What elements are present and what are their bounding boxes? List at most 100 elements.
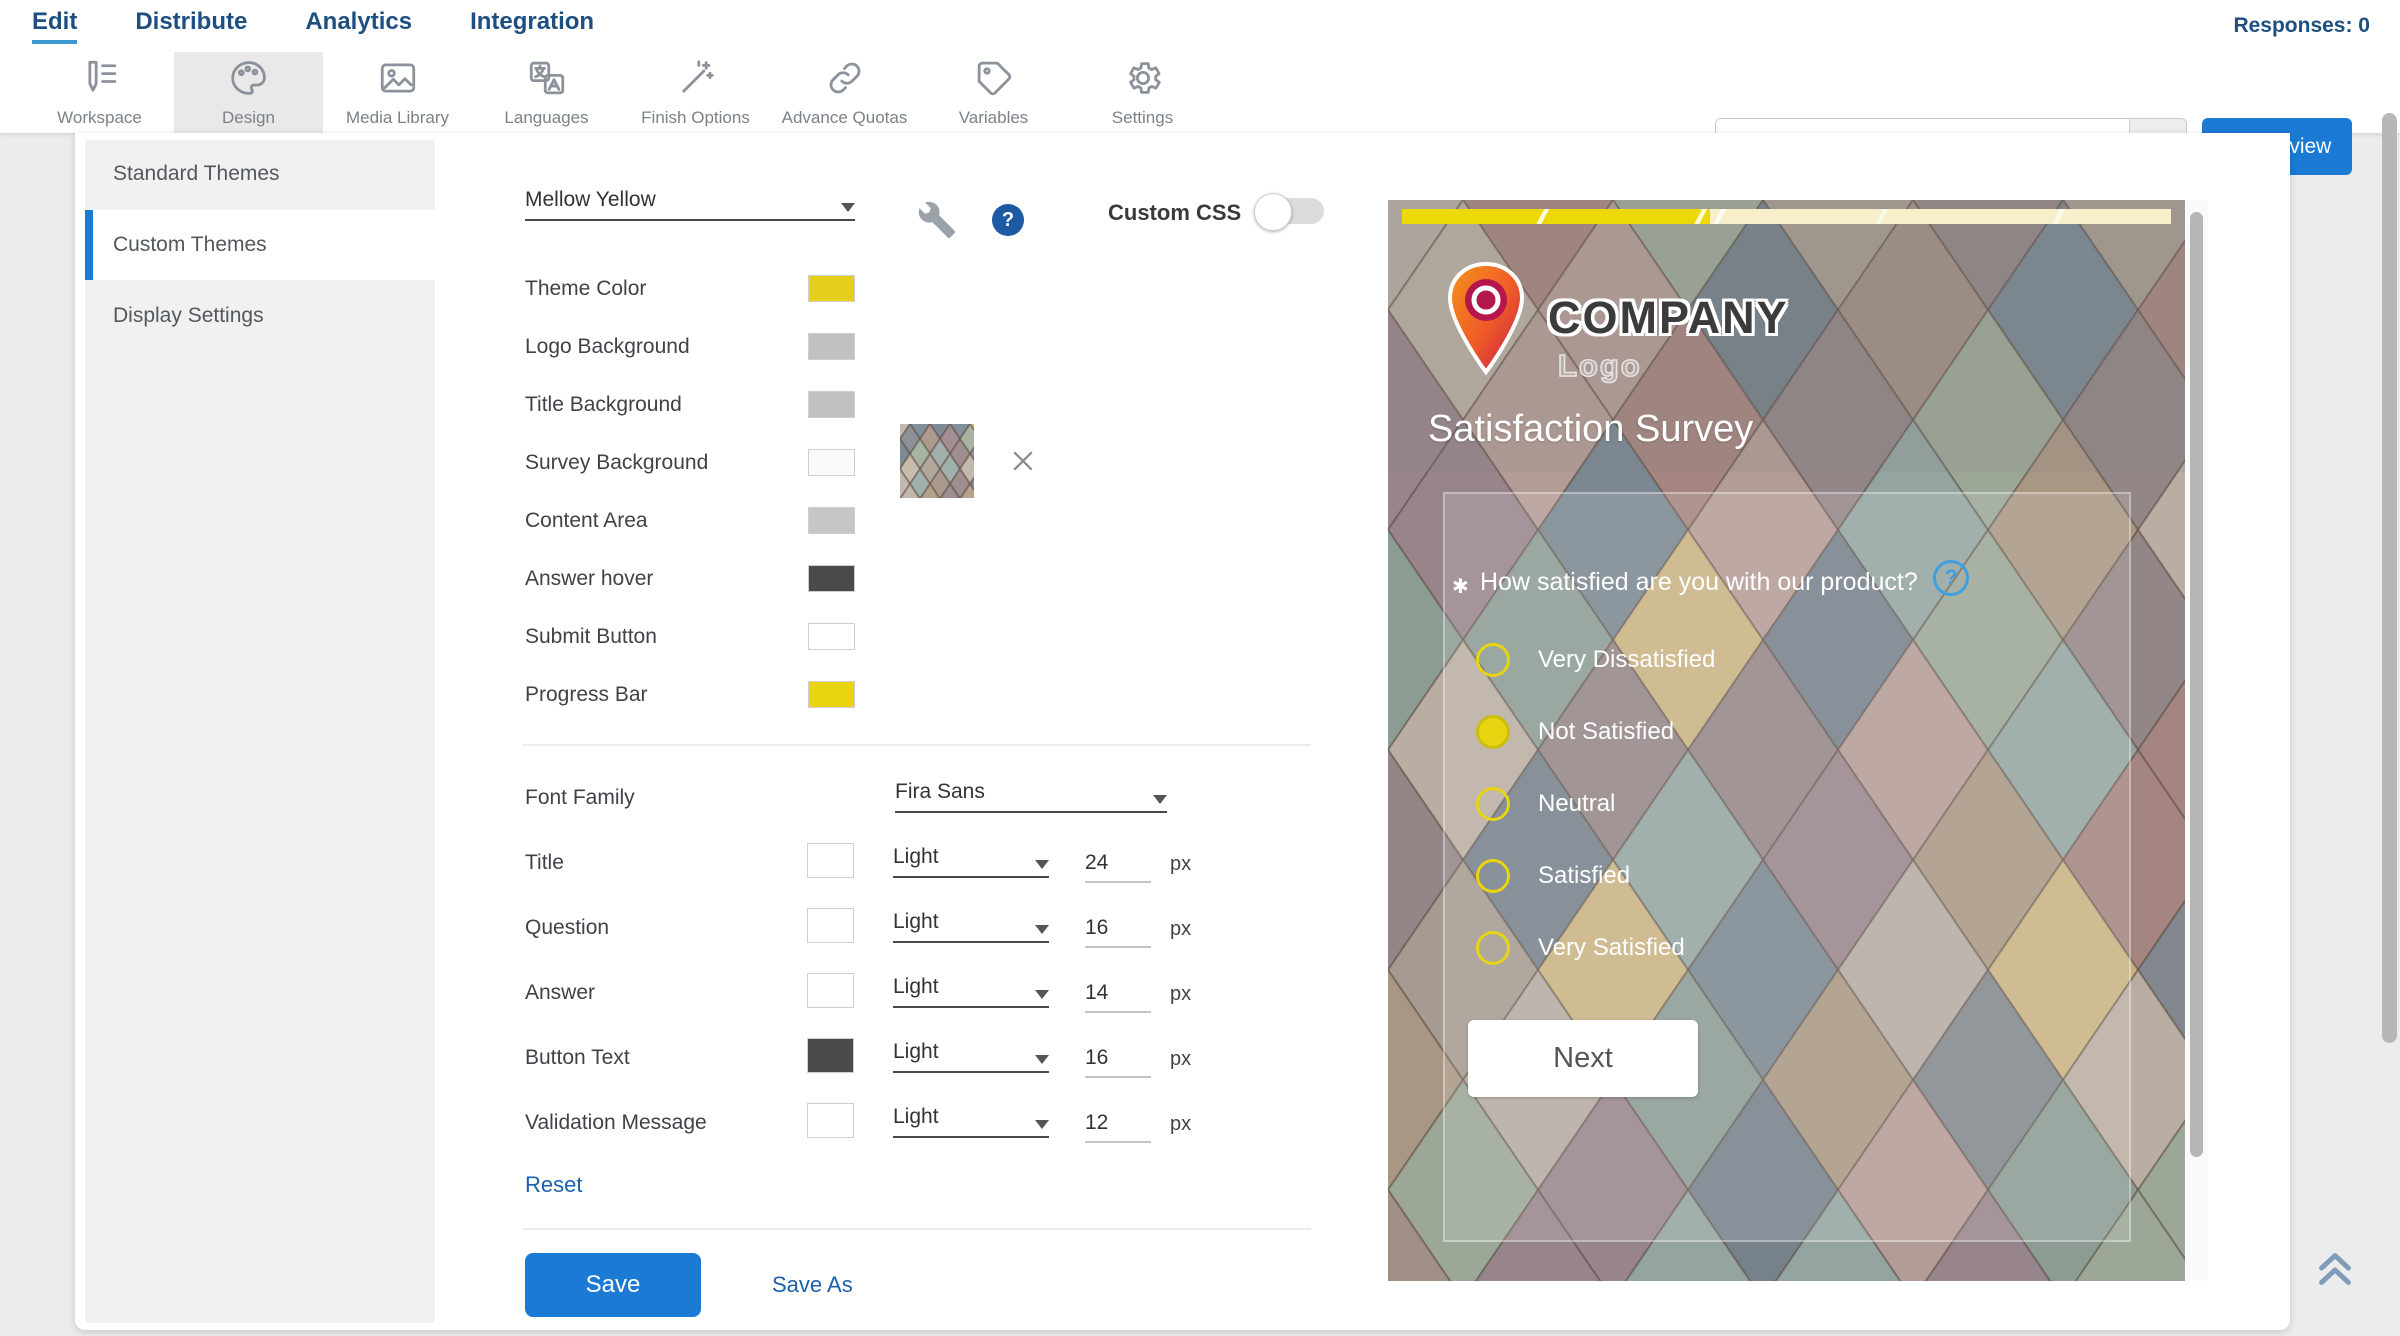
option-neutral[interactable]: Neutral [1476, 787, 1615, 821]
next-button[interactable]: Next [1468, 1020, 1698, 1097]
toolbar-item-finish-options[interactable]: Finish Options [621, 52, 770, 133]
font-family-label: Font Family [525, 786, 635, 810]
title-font-color-swatch[interactable] [807, 843, 854, 878]
option-label: Neutral [1538, 790, 1615, 818]
remove-background-button[interactable] [1008, 446, 1038, 476]
unit-label: px [1170, 918, 1191, 941]
button-text-color-swatch[interactable] [807, 1038, 854, 1073]
design-toolbar: Workspace Design Media Library Languages… [0, 52, 2400, 134]
validation-size-input[interactable]: 12 [1085, 1111, 1151, 1143]
radio-icon [1476, 859, 1510, 893]
chevrons-up-icon [2312, 1281, 2358, 1298]
font-row-label: Validation Message [525, 1111, 707, 1135]
company-logo-pin-icon [1438, 260, 1534, 378]
tab-edit[interactable]: Edit [32, 8, 77, 44]
custom-css-toggle[interactable] [1258, 198, 1324, 224]
chevron-down-icon [1153, 795, 1167, 804]
toolbar-item-label: Settings [1112, 108, 1173, 128]
survey-background-swatch[interactable] [808, 449, 855, 476]
font-row-label: Title [525, 851, 564, 875]
sidebar-item-label: Display Settings [113, 304, 264, 328]
sidebar-item-standard-themes[interactable]: Standard Themes [85, 140, 435, 208]
font-family-select[interactable]: Fira Sans [895, 780, 1167, 813]
font-row-label: Button Text [525, 1046, 630, 1070]
submit-button-swatch[interactable] [808, 623, 855, 650]
toolbar-item-advance-quotas[interactable]: Advance Quotas [770, 52, 919, 133]
toolbar-item-languages[interactable]: Languages [472, 52, 621, 133]
sidebar-item-display-settings[interactable]: Display Settings [85, 282, 435, 350]
unit-label: px [1170, 853, 1191, 876]
tag-icon [973, 57, 1015, 104]
toolbar-item-label: Media Library [346, 108, 449, 128]
save-as-link[interactable]: Save As [772, 1272, 853, 1298]
tab-distribute[interactable]: Distribute [135, 8, 247, 44]
title-background-swatch[interactable] [808, 391, 855, 418]
question-font-color-swatch[interactable] [807, 908, 854, 943]
preview-scrollbar-thumb[interactable] [2190, 212, 2203, 1157]
toolbar-item-variables[interactable]: Variables [919, 52, 1068, 133]
chevron-down-icon [1035, 990, 1049, 999]
question-size-input[interactable]: 16 [1085, 916, 1151, 948]
progress-bar-swatch[interactable] [808, 681, 855, 708]
progress-slash [2049, 209, 2067, 224]
answer-size-input[interactable]: 14 [1085, 981, 1151, 1013]
custom-css-label: Custom CSS [1108, 200, 1241, 226]
tab-analytics[interactable]: Analytics [305, 8, 412, 44]
unit-label: px [1170, 1048, 1191, 1071]
chain-link-icon [824, 57, 866, 104]
theme-tools-button[interactable] [915, 198, 957, 240]
color-row-label: Logo Background [525, 335, 690, 359]
weight-value: Light [893, 1040, 939, 1064]
color-row-label: Theme Color [525, 277, 646, 301]
font-family-value: Fira Sans [895, 780, 985, 804]
option-not-satisfied[interactable]: Not Satisfied [1476, 715, 1674, 749]
option-satisfied[interactable]: Satisfied [1476, 859, 1630, 893]
option-label: Very Dissatisfied [1538, 646, 1715, 674]
translate-icon [526, 57, 568, 104]
company-logo-subtext: Logo [1558, 348, 1642, 384]
theme-color-swatch[interactable] [808, 275, 855, 302]
top-nav: Edit Distribute Analytics Integration Re… [0, 0, 2400, 53]
option-very-satisfied[interactable]: Very Satisfied [1476, 931, 1685, 965]
toolbar-item-workspace[interactable]: Workspace [25, 52, 174, 133]
radio-icon [1476, 643, 1510, 677]
validation-font-color-swatch[interactable] [807, 1103, 854, 1138]
button-text-size-input[interactable]: 16 [1085, 1046, 1151, 1078]
title-size-input[interactable]: 24 [1085, 851, 1151, 883]
answer-weight-select[interactable]: Light [893, 975, 1049, 1008]
help-icon[interactable]: ? [992, 204, 1024, 236]
title-weight-select[interactable]: Light [893, 845, 1049, 878]
magic-wand-icon [675, 57, 717, 104]
scroll-to-top-button[interactable] [2312, 1244, 2358, 1294]
option-very-dissatisfied[interactable]: Very Dissatisfied [1476, 643, 1715, 677]
answer-hover-swatch[interactable] [808, 565, 855, 592]
responses-count[interactable]: Responses: 0 [2233, 14, 2400, 38]
validation-weight-select[interactable]: Light [893, 1105, 1049, 1138]
answer-font-color-swatch[interactable] [807, 973, 854, 1008]
progress-slash [1872, 209, 1890, 224]
color-row-label: Answer hover [525, 567, 653, 591]
workspace-icon [79, 57, 121, 104]
unit-label: px [1170, 1113, 1191, 1136]
save-button[interactable]: Save [525, 1253, 701, 1317]
logo-background-swatch[interactable] [808, 333, 855, 360]
toolbar-item-label: Variables [959, 108, 1029, 128]
theme-select[interactable]: Mellow Yellow [525, 188, 855, 221]
question-weight-select[interactable]: Light [893, 910, 1049, 943]
toolbar-item-media-library[interactable]: Media Library [323, 52, 472, 133]
tab-integration[interactable]: Integration [470, 8, 594, 44]
progress-bar-fill [1402, 209, 1710, 224]
toolbar-item-design[interactable]: Design [174, 52, 323, 133]
weight-value: Light [893, 975, 939, 999]
question-help-icon[interactable]: ? [1933, 560, 1969, 596]
button-text-weight-select[interactable]: Light [893, 1040, 1049, 1073]
sidebar-item-custom-themes[interactable]: Custom Themes [85, 210, 435, 280]
design-palette-icon [228, 57, 270, 104]
radio-selected-icon [1476, 715, 1510, 749]
reset-link[interactable]: Reset [525, 1172, 582, 1198]
wrench-icon [915, 227, 957, 244]
toolbar-item-label: Languages [504, 108, 588, 128]
page-scrollbar[interactable] [2382, 113, 2397, 1043]
toolbar-item-settings[interactable]: Settings [1068, 52, 1217, 133]
content-area-swatch[interactable] [808, 507, 855, 534]
